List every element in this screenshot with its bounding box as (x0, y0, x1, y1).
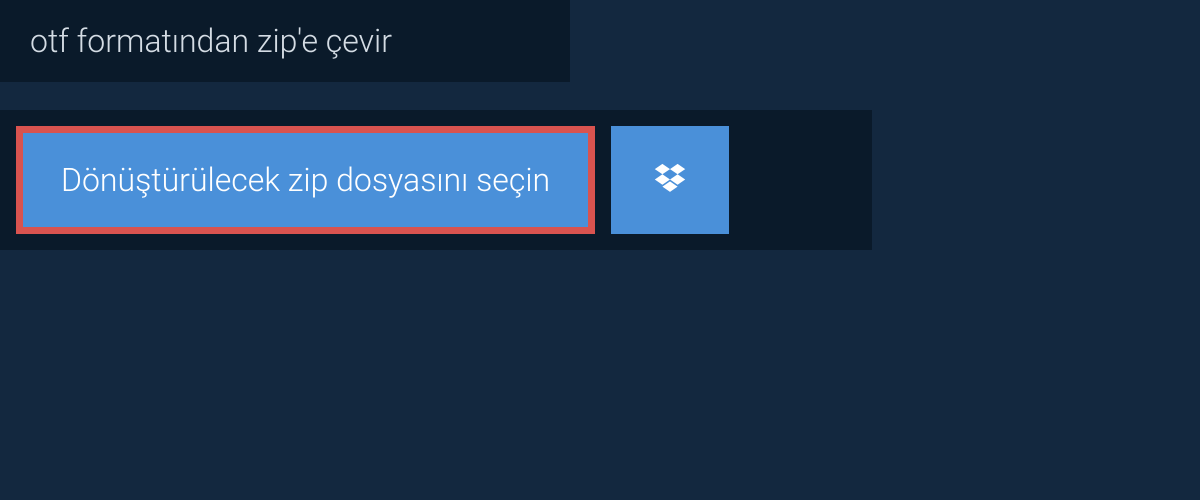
select-file-button[interactable]: Dönüştürülecek zip dosyasını seçin (16, 126, 595, 234)
dropbox-button[interactable] (611, 126, 729, 234)
page-title: otf formatından zip'e çevir (30, 22, 392, 60)
dropbox-icon (651, 161, 689, 199)
page-title-tab: otf formatından zip'e çevir (0, 0, 570, 82)
upload-panel: Dönüştürülecek zip dosyasını seçin (0, 110, 872, 250)
select-file-label: Dönüştürülecek zip dosyasını seçin (61, 161, 550, 199)
